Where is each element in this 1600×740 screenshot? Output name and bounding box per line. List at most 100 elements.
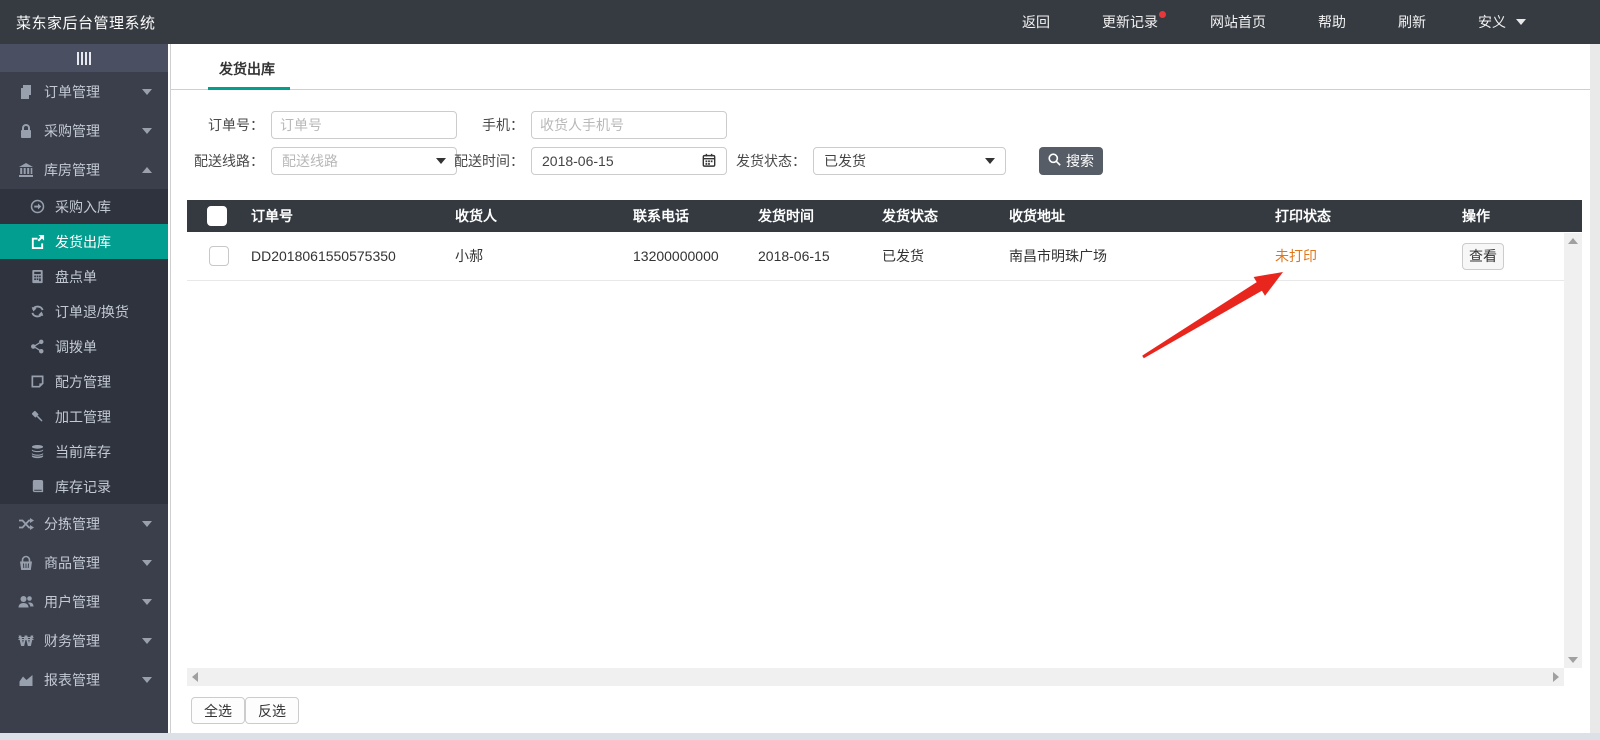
- users-icon: [18, 594, 34, 610]
- col-action: 操作: [1462, 208, 1490, 224]
- scroll-down-icon[interactable]: [1568, 657, 1578, 663]
- collapse-icon: [77, 51, 91, 65]
- orders-table: 订单号 收货人 联系电话 发货时间 发货状态 收货地址 打印状态 操作 DD20…: [187, 200, 1582, 281]
- svg-text:₩: ₩: [18, 634, 34, 649]
- sidebar-item-reports[interactable]: 报表管理: [0, 660, 168, 699]
- view-button[interactable]: 查看: [1462, 242, 1504, 270]
- scroll-left-icon[interactable]: [192, 672, 198, 682]
- calculator-icon: [30, 269, 45, 284]
- col-phone: 联系电话: [633, 208, 689, 224]
- sidebar-item-recipes[interactable]: 配方管理: [0, 364, 168, 399]
- nav-update-log[interactable]: 更新记录: [1076, 0, 1184, 44]
- sidebar-item-products[interactable]: 商品管理: [0, 543, 168, 582]
- scroll-right-icon[interactable]: [1553, 672, 1559, 682]
- username: 安义: [1478, 14, 1506, 30]
- tab-bar: 发货出库: [171, 44, 1600, 90]
- col-address: 收货地址: [1009, 208, 1065, 224]
- nav-back[interactable]: 返回: [996, 0, 1076, 44]
- status-label: 发货状态：: [736, 153, 806, 169]
- sidebar-item-stocktake[interactable]: 盘点单: [0, 259, 168, 294]
- sidebar-item-current-stock[interactable]: 当前库存: [0, 434, 168, 469]
- select-all-checkbox[interactable]: [207, 206, 227, 226]
- order-no-label: 订单号：: [208, 117, 264, 133]
- order-no-input[interactable]: [271, 111, 457, 139]
- shuffle-icon: [18, 516, 34, 532]
- sidebar-item-ship-outbound[interactable]: 发货出库: [0, 224, 168, 259]
- table-row: DD2018061550575350 小郝 13200000000 2018-0…: [187, 232, 1582, 281]
- sidebar-item-finance[interactable]: ₩ 财务管理: [0, 621, 168, 660]
- tab-underline: [208, 87, 290, 90]
- search-button[interactable]: 搜索: [1039, 147, 1103, 175]
- date-label: 配送时间：: [454, 153, 524, 169]
- sidebar-item-warehouse[interactable]: 库房管理: [0, 150, 168, 189]
- nav-refresh[interactable]: 刷新: [1372, 0, 1452, 44]
- phone-label: 手机：: [482, 117, 524, 133]
- calendar-icon: [702, 153, 716, 170]
- sidebar-item-sorting[interactable]: 分拣管理: [0, 504, 168, 543]
- chevron-down-icon: [985, 158, 995, 164]
- chevron-down-icon: [142, 637, 152, 644]
- scroll-up-icon[interactable]: [1568, 238, 1578, 244]
- refresh-icon: [30, 304, 45, 319]
- cell-ship-status: 已发货: [882, 248, 924, 264]
- database-icon: [30, 444, 45, 459]
- col-print-status: 打印状态: [1275, 208, 1331, 224]
- sidebar-item-orders[interactable]: 订单管理: [0, 72, 168, 111]
- cell-order-no: DD2018061550575350: [251, 248, 396, 264]
- book-icon: [30, 479, 45, 494]
- table-header-row: 订单号 收货人 联系电话 发货时间 发货状态 收货地址 打印状态 操作: [187, 200, 1582, 232]
- date-input[interactable]: 2018-06-15: [531, 147, 727, 175]
- bank-icon: [18, 162, 34, 178]
- won-icon: ₩: [18, 633, 34, 649]
- print-status-link[interactable]: 未打印: [1275, 248, 1317, 264]
- sidebar-item-processing[interactable]: 加工管理: [0, 399, 168, 434]
- basket-icon: [18, 555, 34, 571]
- nav-help[interactable]: 帮助: [1292, 0, 1372, 44]
- chevron-down-icon: [142, 598, 152, 605]
- chevron-down-icon: [142, 559, 152, 566]
- tab-ship-outbound[interactable]: 发货出库: [219, 44, 275, 90]
- phone-input[interactable]: [531, 111, 727, 139]
- sidebar-item-purchasing[interactable]: 采购管理: [0, 111, 168, 150]
- chevron-down-icon: [142, 520, 152, 527]
- col-ship-time: 发货时间: [758, 208, 814, 224]
- gavel-icon: [30, 409, 45, 424]
- search-icon: [1048, 153, 1061, 169]
- col-order-no: 订单号: [251, 208, 293, 224]
- row-checkbox[interactable]: [209, 246, 229, 266]
- sidebar-item-purchase-inbound[interactable]: 采购入库: [0, 189, 168, 224]
- route-select[interactable]: 配送线路: [271, 147, 457, 175]
- share-icon: [30, 339, 45, 354]
- user-menu[interactable]: 安义: [1452, 0, 1552, 44]
- page-scrollbar-track[interactable]: [1590, 44, 1600, 740]
- sidebar-item-returns[interactable]: 订单退/换货: [0, 294, 168, 329]
- invert-selection-button[interactable]: 反选: [245, 697, 299, 724]
- sidebar-item-stock-records[interactable]: 库存记录: [0, 469, 168, 504]
- cell-address: 南昌市明珠广场: [1009, 248, 1107, 264]
- cell-receiver: 小郝: [455, 248, 483, 264]
- status-select[interactable]: 已发货: [813, 147, 1006, 175]
- col-receiver: 收货人: [455, 208, 497, 224]
- lock-icon: [18, 123, 34, 139]
- sidebar: 订单管理 采购管理 库房管理 采购入库 发货出库 盘点单 订单退/换货 调拨单 …: [0, 44, 168, 733]
- sidebar-item-users[interactable]: 用户管理: [0, 582, 168, 621]
- area-chart-icon: [18, 672, 34, 688]
- sidebar-item-transfer[interactable]: 调拨单: [0, 329, 168, 364]
- horizontal-scrollbar[interactable]: [187, 668, 1564, 686]
- scrollbar-corner: [1564, 668, 1582, 686]
- select-all-button[interactable]: 全选: [191, 697, 245, 724]
- sidebar-collapse-button[interactable]: [0, 44, 168, 72]
- route-label: 配送线路：: [194, 153, 264, 169]
- nav-site-home[interactable]: 网站首页: [1184, 0, 1292, 44]
- vertical-scrollbar[interactable]: [1564, 233, 1582, 668]
- sign-in-icon: [30, 199, 45, 214]
- cell-ship-time: 2018-06-15: [758, 248, 830, 264]
- export-icon: [30, 234, 45, 249]
- chevron-down-icon: [142, 676, 152, 683]
- bottom-edge-strip: [0, 733, 1600, 740]
- note-icon: [30, 374, 45, 389]
- topbar: 菜东家后台管理系统 返回 更新记录 网站首页 帮助 刷新 安义: [0, 0, 1600, 44]
- warehouse-submenu: 采购入库 发货出库 盘点单 订单退/换货 调拨单 配方管理 加工管理 当前库存 …: [0, 189, 168, 504]
- main-content: 发货出库 订单号： 手机： 配送线路： 配送线路 配送时间： 2018-06-1…: [170, 44, 1600, 740]
- chevron-down-icon: [1516, 19, 1526, 25]
